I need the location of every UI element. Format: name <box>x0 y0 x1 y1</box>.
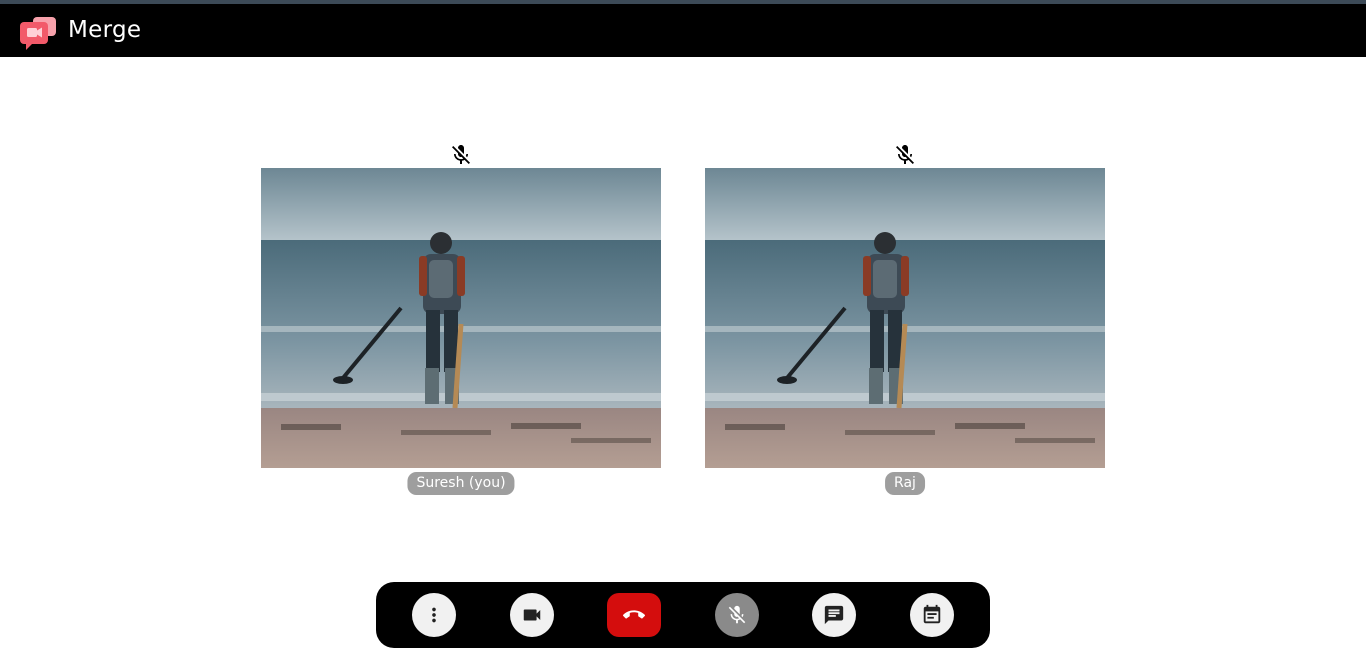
chat-button[interactable] <box>812 593 856 637</box>
app-title: Merge <box>68 17 142 43</box>
mic-off-icon <box>452 145 470 164</box>
video-feed <box>705 168 1105 468</box>
merge-logo-icon[interactable] <box>18 12 58 52</box>
event-note-icon <box>923 604 941 624</box>
participant-name-tag: Suresh (you) <box>407 472 515 495</box>
mic-off-icon <box>728 605 746 624</box>
chat-icon <box>824 605 844 625</box>
videocam-icon <box>523 609 541 621</box>
microphone-toggle-button[interactable] <box>715 593 759 637</box>
mic-off-icon <box>896 145 914 164</box>
more-options-button[interactable] <box>412 593 456 637</box>
more-vert-icon <box>432 607 436 623</box>
app-header: Merge <box>0 4 1366 57</box>
call-controls-bar <box>376 582 990 648</box>
schedule-button[interactable] <box>910 593 954 637</box>
end-call-button[interactable] <box>607 593 661 637</box>
video-feed <box>261 168 661 468</box>
camera-toggle-button[interactable] <box>510 593 554 637</box>
participant-name-tag: Raj <box>885 472 925 495</box>
call-end-icon <box>623 610 645 619</box>
